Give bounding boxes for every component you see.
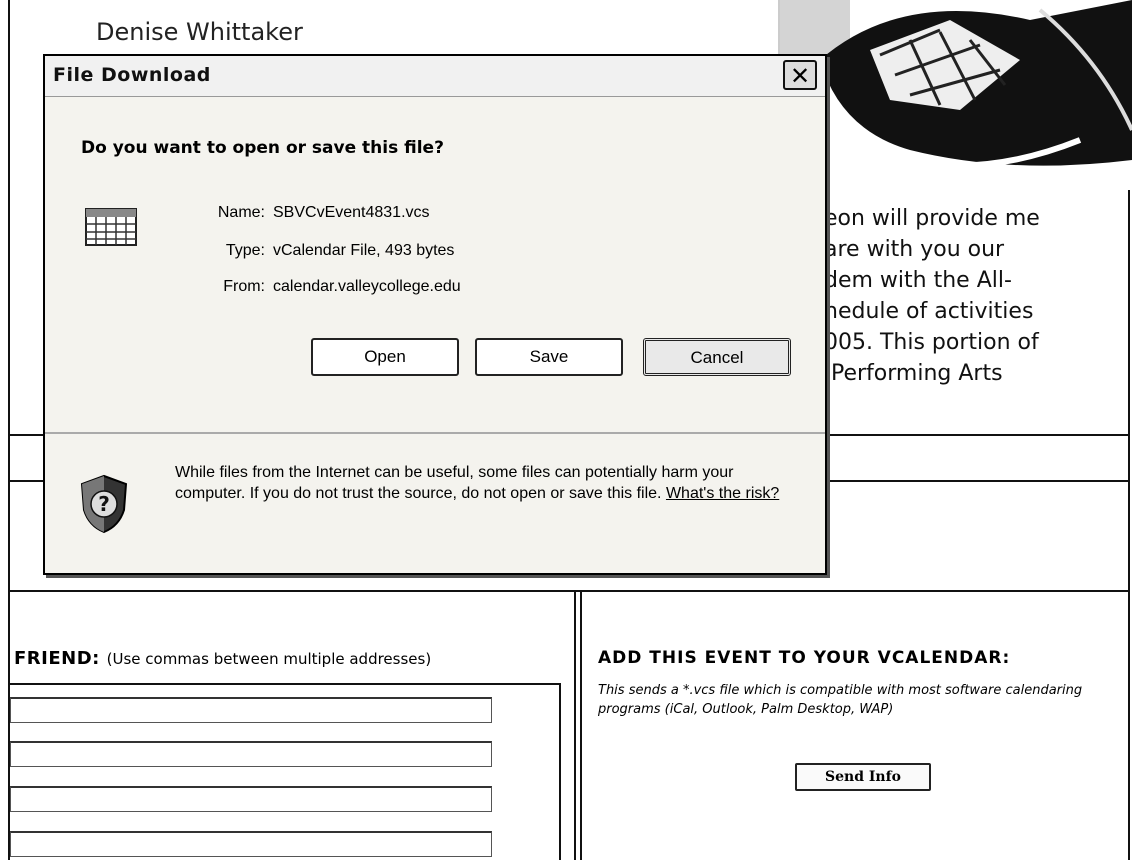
whats-the-risk-link[interactable]: What's the risk? — [666, 485, 779, 502]
vcalendar-heading: ADD THIS EVENT TO YOUR VCALENDAR: — [598, 648, 1011, 668]
article-line: are with you our — [824, 237, 1005, 262]
friend-heading-text: FRIEND: — [14, 648, 100, 669]
column-divider — [574, 590, 576, 860]
person-name: Denise Whittaker — [96, 18, 303, 46]
close-icon: ✕ — [789, 62, 811, 90]
open-button[interactable]: Open — [311, 338, 459, 376]
security-shield-icon: ? — [79, 474, 129, 534]
article-line: hedule of activities — [824, 299, 1034, 324]
calendar-file-icon — [85, 208, 137, 246]
email-field[interactable] — [10, 786, 492, 812]
send-info-button[interactable]: Send Info — [795, 763, 931, 791]
file-source-value: calendar.valleycollege.edu — [273, 278, 461, 295]
type-label: Type: — [225, 242, 265, 259]
event-photo — [778, 0, 1132, 190]
warning-text: While files from the Internet can be use… — [175, 464, 734, 502]
security-warning: While files from the Internet can be use… — [175, 462, 805, 504]
file-download-dialog: File Download ✕ Do you want to open or s… — [43, 54, 827, 575]
vcalendar-description: This sends a *.vcs file which is compati… — [598, 683, 1083, 717]
section-divider — [826, 480, 1130, 482]
email-friend-heading: FRIEND: (Use commas between multiple add… — [14, 648, 431, 669]
article-line: 005. This portion of — [824, 330, 1039, 355]
column-divider — [580, 590, 582, 860]
article-line: dem with the All- — [824, 268, 1012, 293]
article-line: eon will provide me — [824, 206, 1040, 231]
section-divider — [8, 480, 48, 482]
from-label: From: — [223, 278, 265, 295]
section-divider — [826, 434, 1130, 436]
dialog-separator — [45, 432, 825, 434]
cancel-button[interactable]: Cancel — [643, 338, 791, 376]
file-type-value: vCalendar File, 493 bytes — [273, 242, 455, 259]
svg-text:?: ? — [98, 492, 110, 516]
article-text: eon will provide me are with you our dem… — [824, 203, 1124, 389]
email-field[interactable] — [10, 741, 492, 767]
name-label: Name: — [217, 204, 265, 221]
close-button[interactable]: ✕ — [783, 60, 817, 90]
download-question: Do you want to open or save this file? — [81, 138, 444, 158]
friend-hint: (Use commas between multiple addresses) — [106, 650, 432, 668]
article-line: Performing Arts — [824, 361, 1003, 386]
dialog-titlebar[interactable]: File Download ✕ — [45, 56, 825, 97]
section-divider — [8, 590, 1130, 592]
save-button[interactable]: Save — [475, 338, 623, 376]
file-name-value: SBVCvEvent4831.vcs — [273, 204, 430, 221]
email-field[interactable] — [10, 831, 492, 857]
dialog-title: File Download — [53, 64, 211, 86]
email-field[interactable] — [10, 697, 492, 723]
section-divider — [8, 434, 48, 436]
